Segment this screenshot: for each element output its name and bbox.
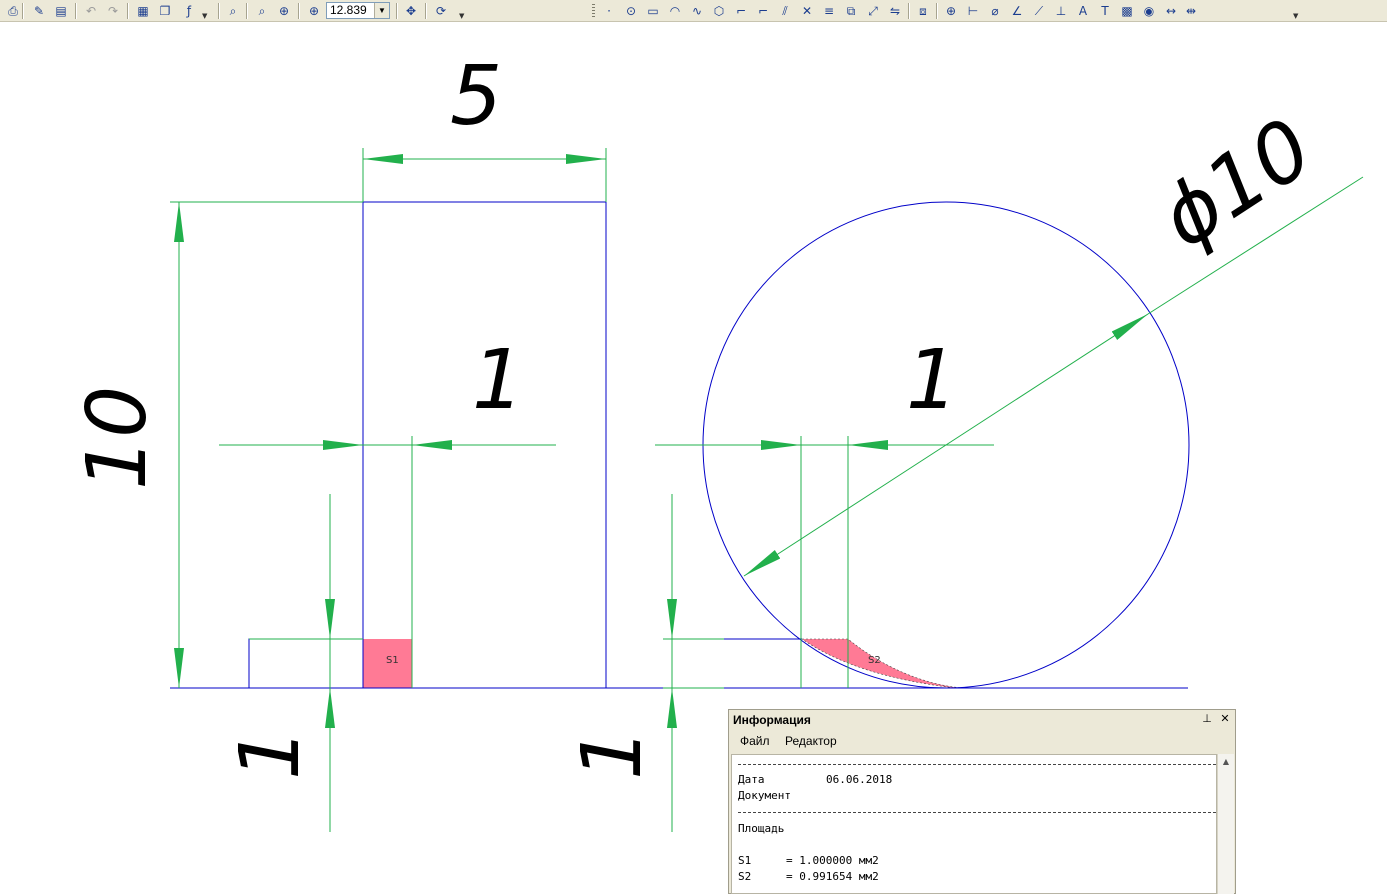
offset-icon[interactable]: ≡ xyxy=(820,2,838,20)
zoom-window-icon[interactable]: ⌕ xyxy=(224,2,242,20)
toolbar-separator xyxy=(75,3,77,19)
circle-center-icon[interactable]: ⊙ xyxy=(622,2,640,20)
calculator-icon[interactable]: ▦ xyxy=(134,2,152,20)
table-icon[interactable]: ▩ xyxy=(1118,2,1136,20)
toolbar-separator xyxy=(396,3,398,19)
info-text-area[interactable]: Дата 06.06.2018 Документ Площадь S1 = 1.… xyxy=(731,754,1217,894)
spline-icon[interactable]: ∿ xyxy=(688,2,706,20)
brush-icon[interactable]: ✎ xyxy=(30,2,48,20)
chevron-down-icon[interactable]: ▼ xyxy=(374,3,389,18)
toolbar-separator xyxy=(425,3,427,19)
area-s2-fill[interactable] xyxy=(801,638,963,689)
snap-point-icon[interactable]: ⊕ xyxy=(942,2,960,20)
dim-circle-small-text[interactable]: 1 xyxy=(565,728,660,780)
vertical-scrollbar[interactable]: ▲ xyxy=(1217,754,1234,894)
small-step-shape[interactable] xyxy=(248,638,363,688)
library-icon[interactable]: ❐ xyxy=(156,2,174,20)
intersect-icon[interactable]: ✕ xyxy=(798,2,816,20)
separator-line xyxy=(738,764,1216,765)
formula-icon[interactable]: ƒ xyxy=(180,2,198,20)
arc-icon[interactable]: ◠ xyxy=(666,2,684,20)
area-s2-label: S2 xyxy=(868,655,881,666)
dim-diameter-text[interactable]: ϕ10 xyxy=(1144,101,1329,267)
area-s1-label: S1 xyxy=(386,655,399,666)
dim-width-5-text[interactable]: 5 xyxy=(450,49,502,144)
array-icon[interactable]: ⧈ xyxy=(914,2,932,20)
redo-icon[interactable]: ↷ xyxy=(104,2,122,20)
point-icon[interactable]: ⋅ xyxy=(600,2,618,20)
document-label: Документ xyxy=(738,789,791,802)
copy-icon[interactable]: ⧉ xyxy=(842,2,860,20)
toolbar-separator xyxy=(908,3,910,19)
dim-rect-small-text[interactable]: 1 xyxy=(223,728,318,780)
scale-icon[interactable]: ⤢ xyxy=(864,2,882,20)
undo-icon[interactable]: ↶ xyxy=(82,2,100,20)
date-label: Дата xyxy=(738,773,765,786)
print-preview-icon[interactable]: ⎙ xyxy=(4,2,22,20)
mirror-icon[interactable]: ⇋ xyxy=(886,2,904,20)
zoom-combo[interactable]: 12.839 ▼ xyxy=(326,2,390,19)
date-value: 06.06.2018 xyxy=(826,773,893,786)
toolbar-separator xyxy=(936,3,938,19)
leader-icon[interactable]: ⟋ xyxy=(1030,2,1048,20)
angle-dimension-icon[interactable]: ∠ xyxy=(1008,2,1026,20)
dim-rect-gap-text[interactable]: 1 xyxy=(472,333,524,428)
coordinate-icon[interactable]: ⇹ xyxy=(1182,2,1200,20)
menu-file[interactable]: Файл xyxy=(740,730,770,752)
polygon-icon[interactable]: ⬡ xyxy=(710,2,728,20)
info-menu-bar: Файл Редактор xyxy=(729,730,1235,752)
toolbar-overflow-icon[interactable]: ▼ xyxy=(459,13,465,20)
linear-dimension-icon[interactable]: ⊢ xyxy=(964,2,982,20)
text-icon[interactable]: T xyxy=(1096,2,1114,20)
main-toolbar: 12.839 ▼ ⎙ ✎ ▤ ↶ ↷ ▦ ❐ ƒ ⌕ ⌕ ⊕ ⊕ ✥ ⟳ ▼ ▼ ⋅ ⊙ ▭ ◠ ∿ ⬡ ⌐ ⌐ ⫽ ✕ ≡ ⧉ ⤢ ⇋ ⧈… xyxy=(0,0,1387,22)
toolbar-separator xyxy=(246,3,248,19)
fillet-icon[interactable]: ⌐ xyxy=(754,2,772,20)
area-heading: Площадь xyxy=(738,822,785,835)
hatch-icon[interactable]: ⫽ xyxy=(776,2,794,20)
toolbar-grip[interactable] xyxy=(592,4,595,18)
refresh-icon[interactable]: ⟳ xyxy=(432,2,450,20)
pin-icon[interactable]: ⊥ xyxy=(1199,711,1215,727)
datum-icon[interactable]: ⊥ xyxy=(1052,2,1070,20)
zoom-scale-icon[interactable]: ⊕ xyxy=(305,2,323,20)
zoom-in-icon[interactable]: ⊕ xyxy=(275,2,293,20)
toolbar-separator xyxy=(22,3,24,19)
dim-height-10-text[interactable]: 10 xyxy=(70,386,165,490)
scroll-up-icon[interactable]: ▲ xyxy=(1218,754,1234,770)
separator-line xyxy=(738,812,1216,813)
distance-icon[interactable]: ↔ xyxy=(1162,2,1180,20)
toolbar-overflow-icon[interactable]: ▼ xyxy=(1293,13,1299,20)
toolbar-separator xyxy=(298,3,300,19)
text-style-icon[interactable]: A xyxy=(1074,2,1092,20)
menu-editor[interactable]: Редактор xyxy=(785,730,837,752)
s2-label: S2 xyxy=(738,870,752,883)
s1-label: S1 xyxy=(738,854,752,867)
chamfer-icon[interactable]: ⌐ xyxy=(732,2,750,20)
info-panel-title: Информация xyxy=(733,713,811,727)
s2-value: = 0.991654 мм2 xyxy=(786,870,879,883)
rectangle-icon[interactable]: ▭ xyxy=(644,2,662,20)
toolbar-separator xyxy=(127,3,129,19)
diameter-dimension-icon[interactable]: ⌀ xyxy=(986,2,1004,20)
close-icon[interactable]: ✕ xyxy=(1217,711,1233,727)
s1-value: = 1.000000 мм2 xyxy=(786,854,879,867)
dim-circle-gap-text[interactable]: 1 xyxy=(906,333,958,428)
toolbar-overflow-icon[interactable]: ▼ xyxy=(202,13,208,20)
info-panel: Информация ⊥ ✕ Файл Редактор Дата 06.06.… xyxy=(728,709,1236,894)
toolbar-separator xyxy=(218,3,220,19)
zoom-all-icon[interactable]: ⌕ xyxy=(253,2,271,20)
measure-icon[interactable]: ◉ xyxy=(1140,2,1158,20)
pan-icon[interactable]: ✥ xyxy=(402,2,420,20)
zoom-value: 12.839 xyxy=(330,3,367,17)
properties-icon[interactable]: ▤ xyxy=(52,2,70,20)
